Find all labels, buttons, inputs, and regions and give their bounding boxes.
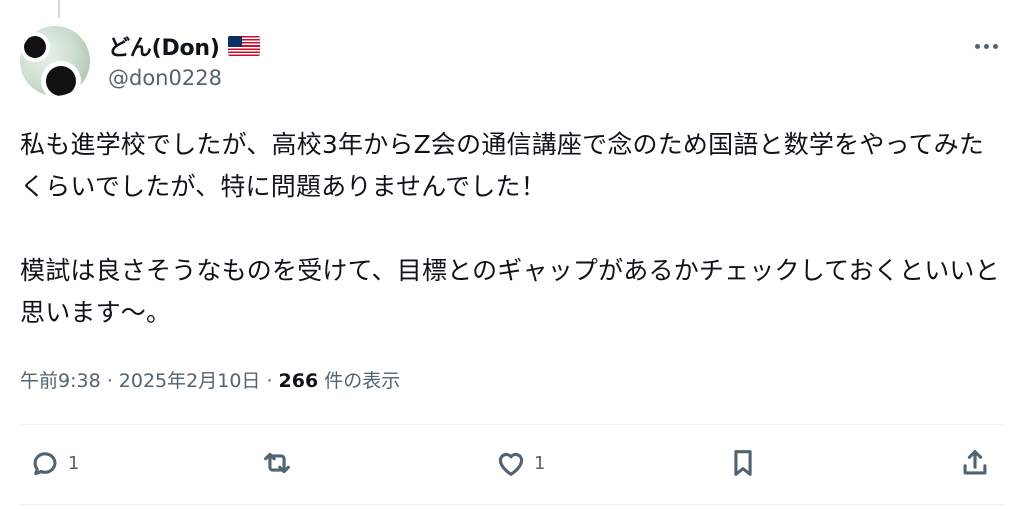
action-bar: 1 1 [0,440,1024,496]
divider-top [20,424,1004,425]
reply-icon [33,452,57,476]
more-options-icon[interactable] [968,36,1004,56]
like-button[interactable]: 1 [494,446,545,480]
avatar[interactable] [20,26,90,96]
author-handle[interactable]: @don0228 [108,66,222,90]
tweet-meta: 午前9:38 · 2025年2月10日 · 266 件の表示 [20,366,400,393]
share-icon [963,450,987,475]
thread-connector-line [58,0,60,18]
heart-icon [498,452,524,476]
reply-count: 1 [68,452,80,474]
share-button[interactable] [958,446,992,480]
repost-button[interactable] [260,446,300,480]
us-flag-icon [227,36,260,56]
author-name-row: どん(Don) [108,30,260,62]
avatar-eye-left [24,36,46,58]
repost-icon [264,452,290,474]
like-count: 1 [534,452,546,474]
meta-separator: · [100,370,119,392]
avatar-eye-right [46,66,76,96]
meta-separator: · [260,370,279,392]
bookmark-icon [734,450,752,476]
views-label: 件の表示 [324,370,401,392]
tweet-date[interactable]: 2025年2月10日 [119,370,261,392]
bookmark-button[interactable] [726,446,760,480]
tweet-time[interactable]: 午前9:38 [20,370,101,392]
divider-bottom [20,504,1004,505]
reply-button[interactable]: 1 [28,446,79,480]
tweet-text: 私も進学校でしたが、高校3年からZ会の通信講座で念のため国語と数学をやってみたく… [20,130,1000,327]
views-count[interactable]: 266 [279,370,319,392]
author-display-name[interactable]: どん(Don) [108,30,220,62]
